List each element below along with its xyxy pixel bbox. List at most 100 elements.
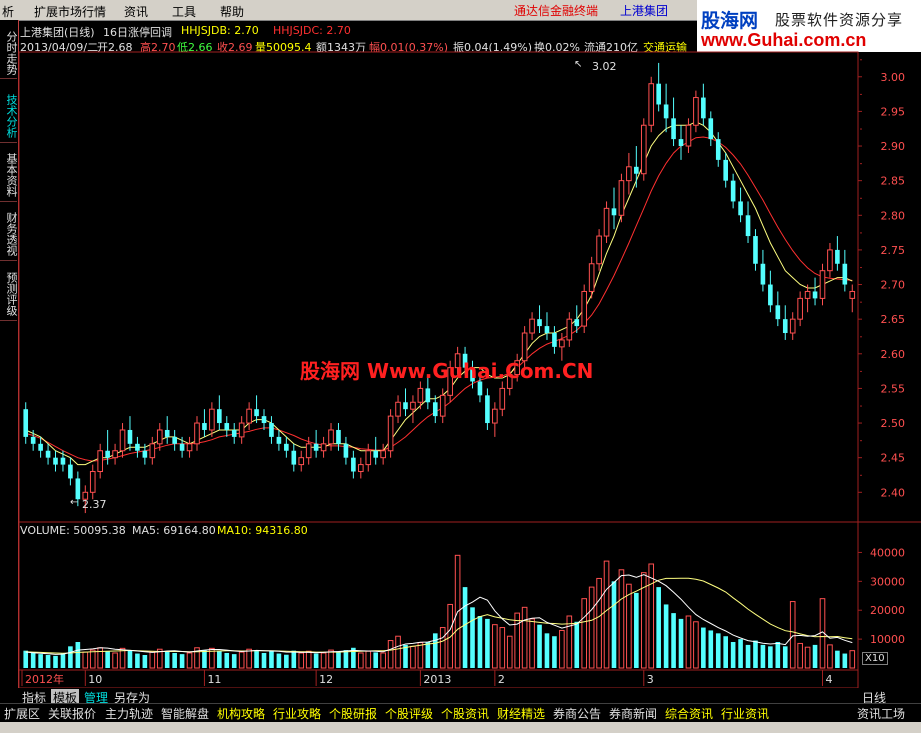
candle xyxy=(738,187,743,223)
kline-chart[interactable]: 3.00 2.95 2.90 2.85 2.80 2.75 2.70 2.65 2.60 2.55… xyxy=(18,20,921,688)
panel-tab-3[interactable]: 智能解盘 xyxy=(161,705,209,722)
panel-tab-7[interactable]: 个股评级 xyxy=(385,705,433,722)
tab-basic-info[interactable]: 基本资料 xyxy=(0,147,18,202)
panel-tab-14[interactable]: 资讯工场 xyxy=(857,705,905,722)
candle-body xyxy=(529,318,535,334)
volume-bar xyxy=(53,655,58,668)
candle xyxy=(596,229,602,271)
volume-bar xyxy=(373,652,379,668)
volume-bar xyxy=(202,650,207,668)
candle xyxy=(797,291,803,327)
candle xyxy=(715,132,721,167)
menu-item-analysis[interactable]: 析 xyxy=(2,3,14,20)
panel-tab-8[interactable]: 个股资讯 xyxy=(441,705,489,722)
volume-ma5: MA5: 69164.80 xyxy=(132,524,216,537)
candle xyxy=(202,409,207,437)
date-tick-label: 12 xyxy=(319,673,333,686)
candle-body xyxy=(358,464,364,473)
volume-bar xyxy=(358,652,364,669)
candle-body xyxy=(768,284,773,306)
candle-body xyxy=(797,297,803,320)
candle-body xyxy=(730,180,736,202)
volume-bar xyxy=(23,650,29,668)
date-tick-label: 2 xyxy=(498,673,505,686)
menu-item-tools[interactable]: 工具 xyxy=(172,3,196,20)
volume-bar xyxy=(417,642,424,669)
panel-tab-1[interactable]: 关联报价 xyxy=(48,705,96,722)
menu-item-extended-market[interactable]: 扩展市场行情 xyxy=(34,3,106,20)
panel-tab-9[interactable]: 财经精选 xyxy=(497,705,545,722)
volume-bar xyxy=(38,654,43,668)
volume-bar xyxy=(812,644,818,668)
panel-tab-0[interactable]: 扩展区 xyxy=(4,705,40,722)
volume-bar xyxy=(708,630,714,668)
volume-bar xyxy=(238,651,245,669)
candle xyxy=(403,388,408,417)
candle-body xyxy=(112,450,118,459)
candle-body xyxy=(68,464,73,479)
candle xyxy=(417,381,424,410)
price-tick-label: 2.55 xyxy=(881,382,906,395)
menu-item-news[interactable]: 资讯 xyxy=(124,3,148,20)
horizontal-scrollbar[interactable] xyxy=(0,722,921,733)
candle-body xyxy=(819,270,826,299)
volume-bar xyxy=(514,612,520,669)
candle xyxy=(708,111,714,147)
panel-tab-2[interactable]: 主力轨迹 xyxy=(105,705,153,722)
volume-bar xyxy=(186,652,193,669)
candle xyxy=(23,402,29,444)
candle xyxy=(626,152,632,195)
tab-technical-analysis[interactable]: 技术分析 xyxy=(0,88,18,143)
volume-bar xyxy=(499,627,506,669)
panel-tab-5[interactable]: 行业攻略 xyxy=(273,705,321,722)
volume-bar xyxy=(588,586,595,669)
candle-body xyxy=(789,318,796,334)
volume-bar xyxy=(68,646,73,668)
candle xyxy=(432,395,438,424)
candle xyxy=(804,284,811,313)
candle-body xyxy=(753,236,758,264)
volume-bar xyxy=(89,649,96,669)
price-tick-label: 2.65 xyxy=(881,313,906,326)
volume-bar xyxy=(477,616,483,668)
menu-item-help[interactable]: 帮助 xyxy=(220,3,244,20)
volume-bar xyxy=(768,646,773,668)
candle-body xyxy=(671,118,676,140)
tab-intraday[interactable]: 分时走势 xyxy=(0,26,18,79)
candle-body xyxy=(343,443,349,458)
candle xyxy=(835,236,840,271)
volume-bar xyxy=(75,642,81,668)
candle xyxy=(723,152,728,188)
left-tab-bar: 分时走势 技术分析 基本资料 财务透视 预测评级 xyxy=(0,20,19,688)
info-panel-tab-bar: 扩展区 关联报价 主力轨迹 智能解盘 机构攻略 行业攻略 个股研报 个股评级 个… xyxy=(0,703,921,723)
candle-body xyxy=(574,319,580,327)
panel-tab-4[interactable]: 机构攻略 xyxy=(217,705,265,722)
panel-tab-6[interactable]: 个股研报 xyxy=(329,705,377,722)
candle xyxy=(351,450,356,479)
candle xyxy=(127,416,133,451)
price-tick-label: 2.60 xyxy=(881,348,906,361)
candle xyxy=(611,187,617,230)
candle-body xyxy=(179,443,185,451)
candle-body xyxy=(685,124,692,147)
candle-body xyxy=(30,436,36,444)
tab-forecast[interactable]: 预测评级 xyxy=(0,266,18,321)
candle-body xyxy=(499,387,506,410)
tab-financial[interactable]: 财务透视 xyxy=(0,206,18,261)
candle-body xyxy=(701,97,706,119)
candle-body xyxy=(164,429,170,437)
candle-body xyxy=(305,443,312,459)
panel-tab-13[interactable]: 行业资讯 xyxy=(721,705,769,722)
panel-tab-10[interactable]: 券商公告 xyxy=(553,705,601,722)
volume-bar xyxy=(336,651,341,668)
candle xyxy=(313,429,319,458)
candle-body xyxy=(693,97,699,126)
volume-bar xyxy=(135,653,140,668)
candle-body xyxy=(53,457,58,465)
volume-bar xyxy=(410,645,416,669)
candle-body xyxy=(89,471,96,493)
volume-bar xyxy=(119,647,126,669)
panel-tab-12[interactable]: 综合资讯 xyxy=(665,705,713,722)
candle xyxy=(745,201,751,243)
panel-tab-11[interactable]: 券商新闻 xyxy=(609,705,657,722)
